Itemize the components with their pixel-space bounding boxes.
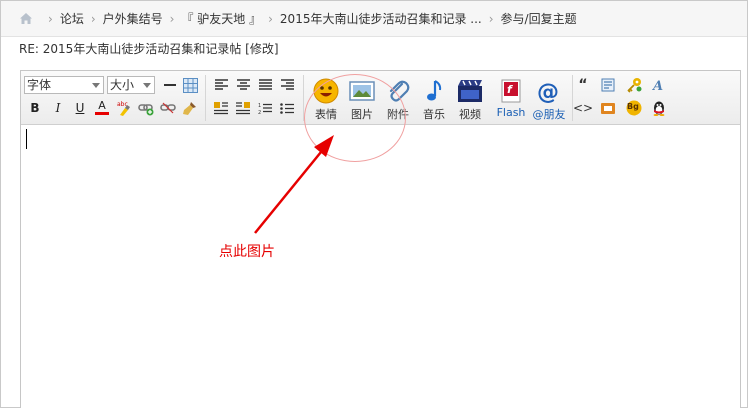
breadcrumb-separator: › [90, 11, 96, 26]
horizontal-rule-icon [164, 84, 176, 86]
quote-label: “ [578, 77, 588, 93]
chevron-down-icon [143, 83, 151, 88]
edit-subject-link[interactable]: 修改 [250, 42, 274, 56]
video-icon [458, 80, 482, 102]
font-family-value: 字体 [27, 78, 52, 92]
clear-format-button[interactable] [181, 99, 199, 117]
bold-button[interactable]: B [26, 99, 44, 117]
breadcrumb-thread-link[interactable]: 2015年大南山徒步活动召集和记录 ... [280, 10, 482, 27]
home-icon[interactable] [19, 12, 33, 25]
qq-button[interactable] [650, 99, 668, 117]
free-block-icon [601, 78, 615, 92]
toolbar-separator [205, 75, 206, 121]
breadcrumb-outdoor-link[interactable]: 户外集结号 [103, 10, 163, 27]
align-justify-icon [258, 79, 272, 90]
breadcrumb-travel-link[interactable]: 『 驴友天地 』 [181, 10, 261, 27]
align-left-button[interactable] [212, 76, 230, 94]
brush-icon [183, 102, 196, 115]
editor-toolbar: 字体 大小 B I U A abc 1 2 表情 图片 附件 音乐 视频 f F… [21, 71, 740, 125]
qq-penguin-icon [653, 101, 665, 116]
mention-friend-button[interactable]: @ @朋友 [531, 76, 567, 122]
svg-text:A: A [652, 79, 663, 92]
breadcrumb-forum-link[interactable]: 论坛 [60, 10, 84, 27]
unlink-icon [160, 102, 176, 114]
align-left-icon [214, 79, 228, 90]
underline-button[interactable]: U [71, 99, 89, 117]
align-justify-button[interactable] [256, 76, 274, 94]
paperclip-icon [389, 80, 410, 102]
music-note-icon [427, 80, 442, 101]
background-color-button[interactable]: abc [115, 99, 133, 117]
unordered-list-icon [280, 102, 294, 114]
svg-text:1: 1 [258, 103, 261, 109]
quote-button[interactable]: “ [574, 76, 592, 94]
breadcrumb: › 论坛 › 户外集结号 › 『 驴友天地 』 › 2015年大南山徒步活动召集… [1, 1, 747, 37]
underline-label: U [75, 101, 85, 115]
bold-label: B [30, 101, 40, 115]
reply-subject: RE: 2015年大南山徒步活动召集和记录帖 [修改] [19, 40, 279, 57]
code-button[interactable]: <> [572, 99, 594, 117]
svg-text:2: 2 [258, 110, 261, 115]
highlighter-icon: abc [117, 101, 130, 116]
float-left-button[interactable] [212, 99, 230, 117]
chevron-down-icon [92, 83, 100, 88]
smiley-icon [313, 78, 339, 104]
background-image-button[interactable]: Bg [625, 99, 643, 117]
text-caret [26, 129, 27, 149]
font-style-button[interactable]: A [650, 76, 668, 94]
font-color-button[interactable]: A [93, 98, 111, 116]
breadcrumb-separator: › [268, 11, 273, 26]
italic-button[interactable]: I [49, 99, 67, 117]
font-size-select[interactable]: 大小 [107, 76, 155, 94]
breadcrumb-current: 参与/回复主题 [500, 12, 577, 26]
breadcrumb-separator: › [48, 11, 53, 26]
unordered-list-button[interactable] [278, 99, 296, 117]
font-color-label: A [98, 98, 106, 112]
at-icon: @ [537, 80, 559, 104]
link-add-icon [138, 104, 154, 116]
italic-label: I [55, 101, 61, 115]
styled-a-icon: A [652, 79, 663, 92]
svg-text:@: @ [537, 80, 559, 104]
breadcrumb-separator: › [488, 11, 494, 26]
key-icon [627, 78, 642, 93]
font-size-value: 大小 [110, 78, 135, 92]
edit-bracket-close: ] [273, 42, 279, 56]
free-block-button[interactable] [599, 76, 617, 94]
insert-video-button[interactable]: 视频 [452, 76, 488, 122]
ordered-list-icon: 12 [258, 103, 272, 115]
breadcrumb-separator: › [169, 11, 175, 26]
font-family-select[interactable]: 字体 [24, 76, 104, 94]
align-center-icon [236, 79, 250, 90]
align-center-button[interactable] [234, 76, 252, 94]
image-icon [349, 81, 375, 101]
align-right-icon [280, 79, 294, 90]
ordered-list-button[interactable]: 12 [256, 99, 274, 117]
page-break-button[interactable] [599, 99, 617, 117]
bg-label: Bg [627, 102, 639, 111]
float-right-button[interactable] [234, 99, 252, 117]
insert-link-button[interactable] [137, 99, 155, 117]
page-break-icon [601, 103, 615, 114]
post-editor: 字体 大小 B I U A abc 1 2 表情 图片 附件 音乐 视频 f F… [20, 70, 741, 408]
font-color-swatch [95, 111, 109, 115]
message-textarea[interactable] [21, 126, 740, 408]
flash-icon: f [501, 79, 521, 103]
unlink-button[interactable] [159, 99, 177, 117]
horizontal-rule-button[interactable] [161, 76, 179, 94]
float-left-icon [214, 101, 228, 114]
subject-text: RE: 2015年大南山徒步活动召集和记录帖 [19, 42, 242, 56]
align-right-button[interactable] [278, 76, 296, 94]
mention-label: @朋友 [532, 108, 566, 121]
annotation-label: 点此图片 [219, 244, 275, 260]
hide-content-button[interactable] [625, 76, 643, 94]
float-right-icon [236, 101, 250, 114]
table-button[interactable] [181, 76, 199, 94]
code-label: <> [572, 101, 594, 115]
insert-flash-button[interactable]: f Flash [493, 76, 529, 122]
table-icon [182, 77, 198, 93]
window-frame: › 论坛 › 户外集结号 › 『 驴友天地 』 › 2015年大南山徒步活动召集… [0, 0, 748, 408]
